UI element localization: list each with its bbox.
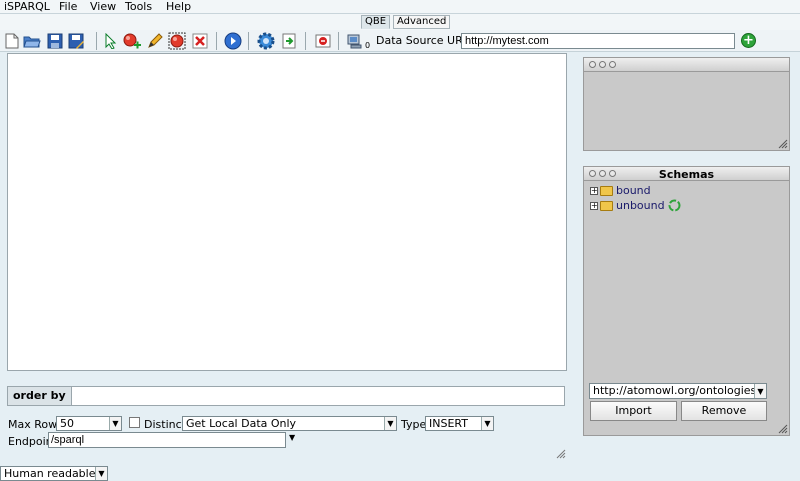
tree-item-unbound[interactable]: + unbound [590,198,768,213]
tab-qbe[interactable]: QBE [361,15,391,29]
folder-icon [600,185,613,196]
tab-advanced[interactable]: Advanced [393,15,451,29]
expand-icon[interactable]: + [590,201,598,210]
window-button-icon[interactable] [599,61,606,68]
run-icon[interactable] [224,32,242,50]
data-source-badge: 0 [365,41,371,50]
max-rows-label: Max Rows [8,418,63,431]
toolbar-separator [96,32,97,50]
endpoint-input[interactable] [48,432,286,448]
chevron-down-icon: ▼ [109,417,121,430]
import-button[interactable]: Import [590,401,677,421]
order-by-field[interactable] [7,386,565,406]
toolbar-separator [305,32,306,50]
resize-grip-icon[interactable] [556,449,566,459]
output-format-select[interactable]: Human readable ▼ [0,466,108,481]
expand-icon[interactable]: + [590,186,598,195]
distinct-checkbox[interactable] [129,417,140,428]
menu-view[interactable]: View [90,0,116,13]
resize-grip-icon[interactable] [778,139,788,149]
chevron-down-icon: ▼ [384,417,396,430]
add-node-icon[interactable] [123,32,141,50]
data-source-input[interactable] [461,33,735,49]
panel-titlebar [584,58,789,72]
max-rows-select[interactable]: 50 ▼ [56,416,122,431]
pencil-icon[interactable] [146,32,164,50]
export-icon[interactable] [314,32,332,50]
resize-grip-icon[interactable] [778,424,788,434]
add-data-source-icon[interactable]: + [741,33,756,48]
menu-tools[interactable]: Tools [125,0,152,13]
menu-help[interactable]: Help [166,0,191,13]
app-name: iSPARQL [4,0,50,13]
import-icon[interactable] [280,32,298,50]
data-source-label: Data Source URI [376,34,466,47]
pointer-icon[interactable] [101,32,119,50]
endpoint-dropdown-icon[interactable]: ▼ [289,433,295,442]
delete-icon[interactable] [191,32,209,50]
window-button-icon[interactable] [609,61,616,68]
type-select[interactable]: INSERT ▼ [425,416,494,431]
type-label: Type [401,418,427,431]
order-by-label: order by [8,387,72,405]
save-as-icon[interactable] [67,32,85,50]
chevron-down-icon: ▼ [481,417,493,430]
network-icon[interactable] [346,32,364,50]
panel-titlebar: Schemas [584,167,789,181]
schemas-title: Schemas [658,168,715,181]
menu-bar [0,0,800,14]
remove-button[interactable]: Remove [681,401,767,421]
schema-uri-select[interactable]: http://atomowl.org/ontologies/a ▼ [589,383,767,399]
window-button-icon[interactable] [589,61,596,68]
chevron-down-icon: ▼ [95,467,107,480]
toolbar-separator [216,32,217,50]
toolbar-separator [338,32,339,50]
data-mode-select[interactable]: Get Local Data Only ▼ [182,416,397,431]
group-icon[interactable] [168,32,186,50]
folder-icon [600,200,613,211]
chevron-down-icon: ▼ [754,384,766,398]
gear-icon[interactable] [257,32,275,50]
query-canvas[interactable] [7,53,567,371]
open-folder-icon[interactable] [23,32,41,50]
new-document-icon[interactable] [3,32,21,50]
distinct-label: Distinct [144,418,186,431]
toolbar-separator [248,32,249,50]
menu-file[interactable]: File [59,0,77,13]
schema-tree: + bound + unbound [590,183,768,379]
tree-item-bound[interactable]: + bound [590,183,768,198]
save-icon[interactable] [46,32,64,50]
properties-panel [583,57,790,151]
refresh-icon[interactable] [668,199,681,212]
